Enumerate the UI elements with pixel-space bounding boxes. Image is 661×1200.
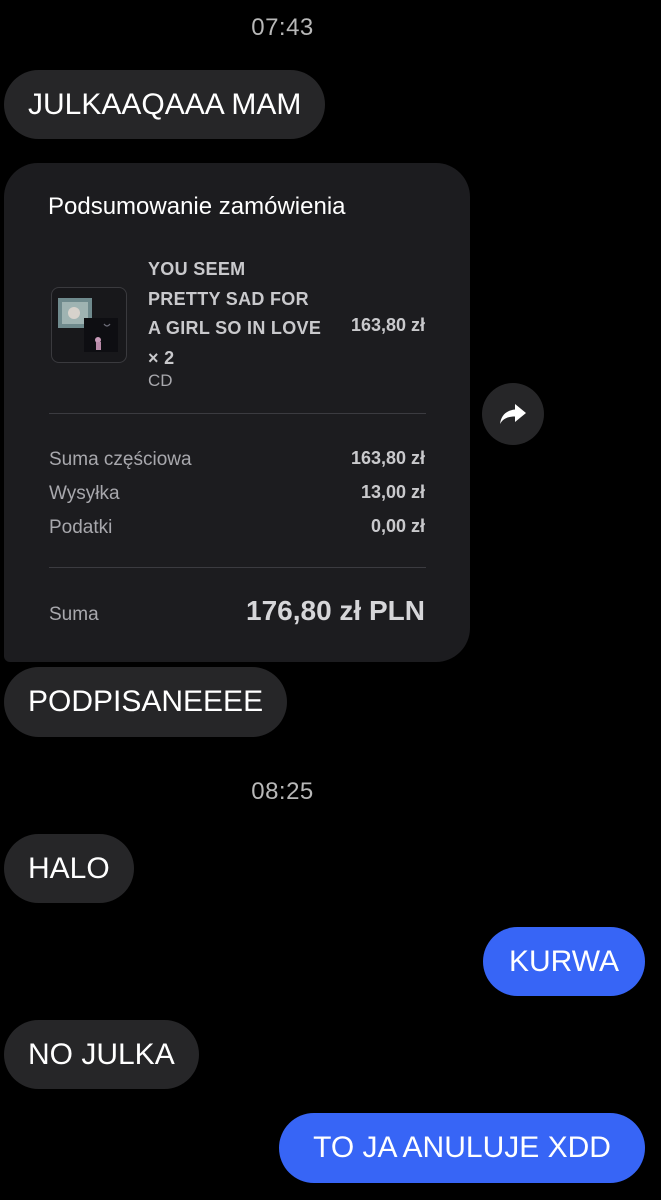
subtotal-value: 163,80 zł bbox=[350, 448, 425, 468]
product-price: 163,80 zł bbox=[350, 315, 425, 335]
divider bbox=[49, 413, 426, 414]
product-name: YOU SEEM PRETTY SAD FOR A GIRL SO IN LOV… bbox=[148, 259, 322, 368]
subtotal-label: Suma częściowa bbox=[49, 449, 192, 470]
incoming-message[interactable]: NO JULKA bbox=[4, 1020, 199, 1089]
divider bbox=[49, 567, 426, 568]
outgoing-message[interactable]: KURWA bbox=[483, 927, 645, 996]
album-cover-icon bbox=[58, 298, 118, 352]
order-summary-card[interactable]: Podsumowanie zamówienia YOU SEEM PRETTY … bbox=[4, 163, 470, 662]
message-text: KURWA bbox=[508, 944, 619, 978]
message-text: PODPISANEEEE bbox=[28, 685, 264, 718]
total-label: Suma bbox=[49, 604, 99, 625]
product-type: CD bbox=[148, 371, 173, 390]
order-title: Podsumowanie zamówienia bbox=[48, 193, 346, 220]
message-text: HALO bbox=[28, 851, 110, 885]
share-arrow-icon bbox=[500, 404, 526, 424]
incoming-message[interactable]: PODPISANEEEE bbox=[4, 667, 288, 737]
incoming-message[interactable]: JULKAAQAAA MAM bbox=[4, 70, 326, 139]
timestamp: 08:25 bbox=[251, 778, 314, 805]
tax-label: Podatki bbox=[49, 517, 113, 538]
message-text: JULKAAQAAA MAM bbox=[28, 87, 302, 121]
tax-value: 0,00 zł bbox=[370, 516, 425, 536]
incoming-message[interactable]: HALO bbox=[4, 834, 134, 903]
total-value: 176,80 zł PLN bbox=[246, 595, 425, 626]
shipping-value: 13,00 zł bbox=[360, 482, 425, 502]
timestamp: 07:43 bbox=[251, 14, 314, 41]
message-text: NO JULKA bbox=[28, 1037, 175, 1071]
shipping-label: Wysyłka bbox=[49, 483, 120, 504]
share-button[interactable] bbox=[482, 383, 544, 445]
album-cover-thumbnail bbox=[51, 287, 127, 363]
outgoing-message[interactable]: TO JA ANULUJE XDD bbox=[279, 1113, 645, 1183]
message-text: TO JA ANULUJE XDD bbox=[313, 1131, 611, 1164]
